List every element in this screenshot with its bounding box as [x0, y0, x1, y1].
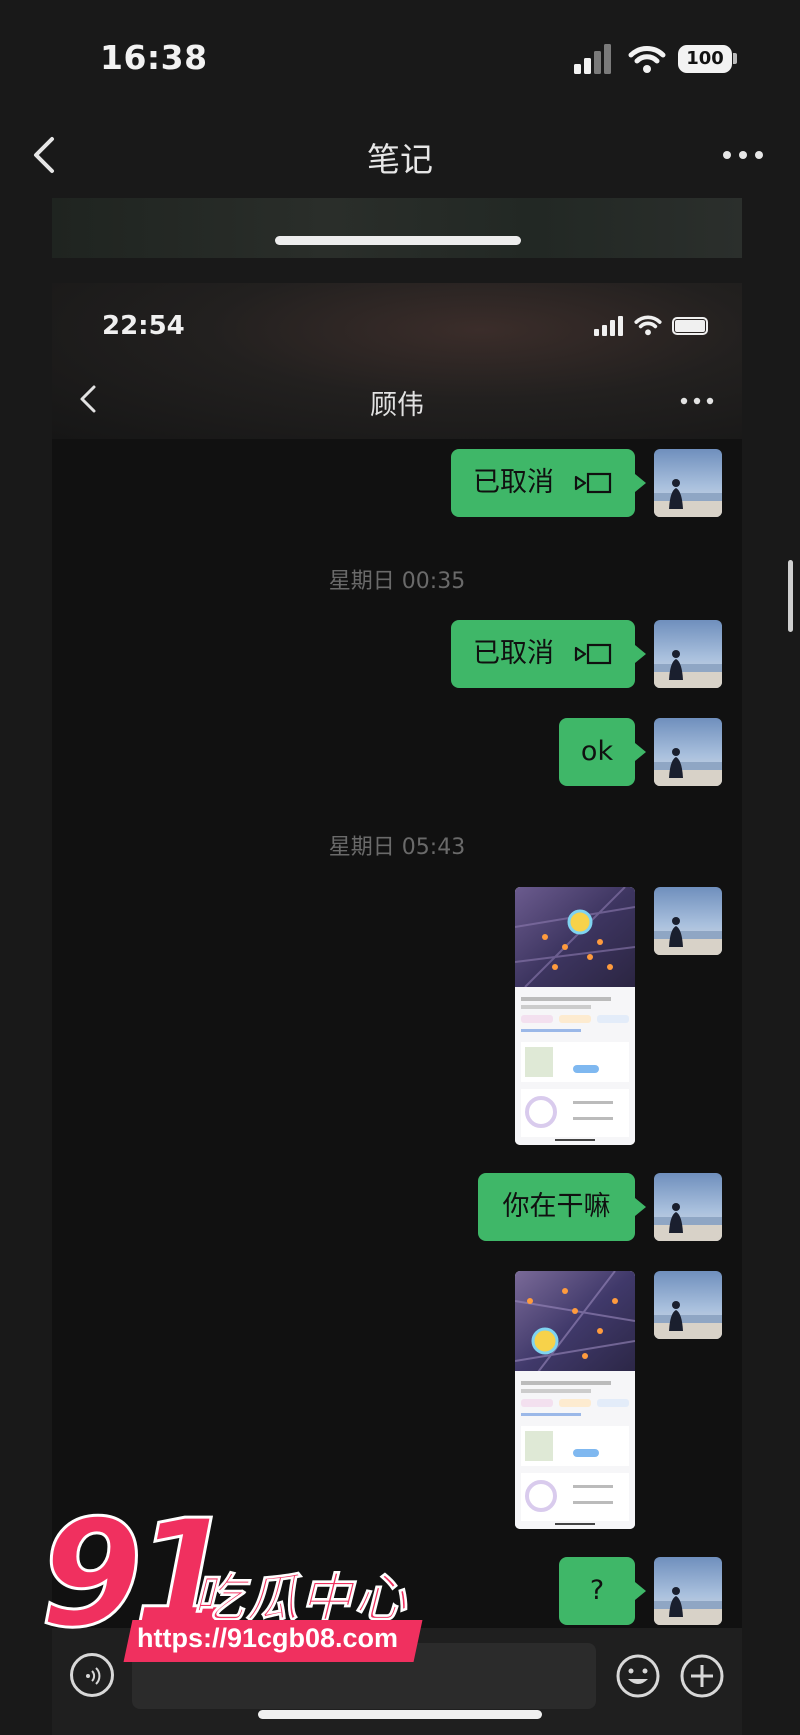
plus-icon[interactable] [679, 1653, 725, 1699]
image-message[interactable] [515, 887, 635, 1145]
avatar[interactable] [654, 1173, 722, 1241]
message-text: 已取消 [473, 638, 554, 669]
message-bubble[interactable]: 已取消 [451, 449, 635, 517]
battery-icon: 100 [678, 45, 732, 73]
avatar[interactable] [654, 887, 722, 955]
home-indicator [258, 1710, 542, 1719]
inner-signal-icon [594, 316, 623, 336]
chat-timestamp: 星期日 05:43 [328, 835, 466, 860]
voice-icon [86, 1667, 101, 1685]
embedded-chat-screenshot: 22:54 顾伟 已取消 星期日 00:35 已取消 ok 星期日 05:43 … [52, 283, 742, 1633]
avatar[interactable] [654, 1271, 722, 1339]
image-message[interactable] [515, 1271, 635, 1529]
message-text: ? [589, 1575, 605, 1606]
status-time: 16:38 [100, 38, 208, 77]
message-bubble[interactable]: ? [559, 1557, 635, 1625]
avatar[interactable] [654, 449, 722, 517]
wifi-icon [628, 46, 666, 73]
inner-more-icon[interactable] [680, 397, 714, 405]
embedded-home-indicator [275, 236, 521, 245]
message-bubble[interactable]: 已取消 [451, 620, 635, 688]
message-text: 已取消 [473, 467, 554, 498]
bubble-tail [635, 1582, 646, 1600]
chat-timestamp: 星期日 00:35 [328, 569, 466, 594]
video-call-icon [574, 643, 612, 665]
bubble-tail [635, 1198, 646, 1216]
bubble-tail [635, 474, 646, 492]
avatar[interactable] [654, 1557, 722, 1625]
avatar[interactable] [654, 620, 722, 688]
inner-battery-level [675, 320, 705, 332]
watermark-url: https://91cgb08.com [137, 1623, 399, 1653]
inner-wifi-icon [634, 315, 662, 336]
chat-contact-name: 顾伟 [370, 390, 424, 421]
video-call-icon [574, 472, 612, 494]
message-text: 你在干嘛 [502, 1191, 611, 1222]
message-text: ok [580, 736, 614, 767]
page-title: 笔记 [367, 140, 433, 179]
inner-status-time: 22:54 [102, 311, 185, 341]
message-bubble[interactable]: 你在干嘛 [478, 1173, 635, 1241]
bubble-tail [635, 645, 646, 663]
embedded-image-strip [52, 198, 742, 258]
image-thumbnail [515, 887, 635, 1145]
emoji-icon[interactable] [615, 1653, 661, 1699]
more-icon[interactable] [722, 150, 764, 160]
battery-nub [733, 53, 737, 64]
avatar[interactable] [654, 718, 722, 786]
scroll-indicator[interactable] [788, 560, 793, 632]
message-bubble[interactable]: ok [559, 718, 635, 786]
bubble-tail [635, 743, 646, 761]
image-thumbnail [515, 1271, 635, 1529]
signal-icon [574, 44, 611, 74]
